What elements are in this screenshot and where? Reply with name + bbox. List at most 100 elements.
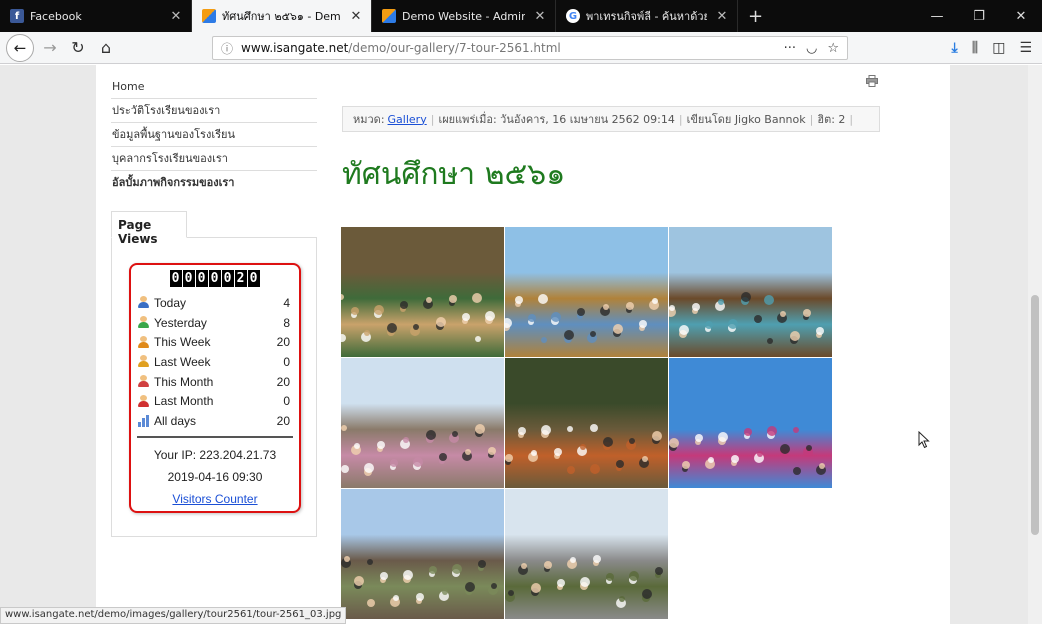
published-date: เผยแพร่เมื่อ: วันอังคาร, 16 เมษายน 2562 … <box>438 113 675 126</box>
gallery-photo[interactable] <box>505 358 668 488</box>
hits: ฮิต: 2 <box>817 113 846 126</box>
counter-digit: 2 <box>234 270 247 287</box>
menu-item-basic-info[interactable]: ข้อมูลพื้นฐานของโรงเรียน <box>111 123 317 147</box>
close-tab-icon[interactable]: ✕ <box>349 9 363 24</box>
status-bar-url: www.isangate.net/demo/images/gallery/tou… <box>0 607 347 624</box>
counter-digit: 0 <box>169 270 182 287</box>
tab-title: Demo Website - Administration <box>402 9 525 23</box>
stat-label: Today <box>154 295 187 310</box>
url-host: www.isangate.net <box>241 41 349 55</box>
toolbar-right: ⤓ ⫼ ◫ ☰ <box>952 32 1038 64</box>
user-icon <box>138 394 149 408</box>
menu-icon[interactable]: ☰ <box>1019 40 1032 56</box>
stat-row: Last Week 0 <box>138 352 290 372</box>
joomla-icon <box>382 9 396 23</box>
stat-value: 0 <box>283 354 290 369</box>
main-menu: Home ประวัติโรงเรียนของเรา ข้อมูลพื้นฐาน… <box>111 75 317 195</box>
tab-administration[interactable]: Demo Website - Administration ✕ <box>372 0 556 32</box>
user-icon <box>138 316 149 329</box>
close-window-icon[interactable]: ✕ <box>1000 9 1042 24</box>
forward-button[interactable]: → <box>36 34 64 62</box>
page-actions-icon[interactable]: ··· <box>784 41 796 56</box>
counter-datetime: 2019-04-16 09:30 <box>167 469 263 484</box>
article-info: หมวด: Gallery | เผยแพร่เมื่อ: วันอังคาร,… <box>342 106 880 132</box>
tab-facebook[interactable]: f Facebook ✕ <box>0 0 192 32</box>
visitors-counter: 0000020 Today 4 Yesterday 8 This Week 20 Last … <box>129 263 301 513</box>
user-icon <box>138 375 149 388</box>
visitor-ip: Your IP: 223.204.21.73 <box>153 447 277 462</box>
vertical-scrollbar[interactable] <box>1028 65 1042 624</box>
stat-label: This Week <box>154 335 211 350</box>
menu-item-home[interactable]: Home <box>111 75 317 99</box>
close-tab-icon[interactable]: ✕ <box>533 9 547 24</box>
counter-digit: 0 <box>247 270 260 287</box>
stat-label: Last Week <box>154 354 211 369</box>
stat-label: Last Month <box>154 394 214 409</box>
stat-value: 20 <box>276 374 290 389</box>
counter-digit: 0 <box>221 270 234 287</box>
user-icon <box>138 296 149 309</box>
gallery-photo[interactable] <box>341 358 504 488</box>
reload-button[interactable]: ↻ <box>64 34 92 62</box>
photo-gallery <box>341 227 833 624</box>
url-bar[interactable]: ⓘ www.isangate.net/demo/our-gallery/7-to… <box>212 36 848 60</box>
home-button[interactable]: ⌂ <box>92 34 120 62</box>
stat-label: All days <box>154 413 197 428</box>
stat-row: Last Month 0 <box>138 391 290 411</box>
gallery-photo[interactable] <box>505 227 668 357</box>
minimize-icon[interactable]: — <box>916 9 958 24</box>
close-tab-icon[interactable]: ✕ <box>169 9 183 24</box>
gallery-photo[interactable] <box>505 489 668 619</box>
new-tab-button[interactable]: + <box>738 0 773 32</box>
author: เขียนโดย Jigko Bannok <box>686 113 806 126</box>
nav-bar: ← → ↻ ⌂ ⓘ www.isangate.net/demo/our-gall… <box>0 32 1042 64</box>
viewport: Home ประวัติโรงเรียนของเรา ข้อมูลพื้นฐาน… <box>0 65 1042 624</box>
library-icon[interactable]: ⫼ <box>972 40 978 56</box>
tab-strip: f Facebook ✕ ทัศนศึกษา ๒๕๖๑ - Demo Websi… <box>0 0 1042 32</box>
category-link[interactable]: Gallery <box>388 113 427 126</box>
gallery-photo[interactable] <box>669 227 832 357</box>
facebook-icon: f <box>10 9 24 23</box>
tab-title: Facebook <box>30 9 82 23</box>
gallery-photo[interactable] <box>341 489 504 619</box>
sidebar-toggle-icon[interactable]: ◫ <box>992 40 1005 56</box>
download-icon[interactable]: ⤓ <box>952 40 958 56</box>
site-info-icon[interactable]: ⓘ <box>221 40 233 57</box>
tab-title: พาเทรนกิจพ์ลี - ค้นหาด้วย Google <box>586 10 707 23</box>
visitors-counter-link[interactable]: Visitors Counter <box>172 492 257 506</box>
stat-row: Today 4 <box>138 293 290 313</box>
print-icon[interactable] <box>866 75 878 87</box>
menu-item-album[interactable]: อัลบั้มภาพกิจกรรมของเรา <box>111 171 317 195</box>
counter-digit: 0 <box>182 270 195 287</box>
menu-item-history[interactable]: ประวัติโรงเรียนของเรา <box>111 99 317 123</box>
mouse-cursor-icon <box>918 431 930 449</box>
pocket-icon[interactable]: ◡ <box>806 41 817 56</box>
web-page: Home ประวัติโรงเรียนของเรา ข้อมูลพื้นฐาน… <box>96 65 950 624</box>
gallery-photo[interactable] <box>669 358 832 488</box>
stat-row: Yesterday 8 <box>138 313 290 333</box>
joomla-icon <box>202 9 216 23</box>
tab-tour-2561[interactable]: ทัศนศึกษา ๒๕๖๑ - Demo Website ✕ <box>192 0 372 32</box>
close-tab-icon[interactable]: ✕ <box>715 9 729 24</box>
back-button[interactable]: ← <box>6 33 34 62</box>
stat-row: This Month 20 <box>138 372 290 392</box>
stat-value: 20 <box>276 413 290 428</box>
stat-label: This Month <box>154 374 214 389</box>
google-icon: G <box>566 9 580 23</box>
bookmark-star-icon[interactable]: ☆ <box>827 41 839 56</box>
stat-value: 4 <box>283 295 290 310</box>
stat-row: All days 20 <box>138 411 290 431</box>
page-views-tab[interactable]: Page Views <box>111 211 187 246</box>
menu-item-staff[interactable]: บุคลากรโรงเรียนของเรา <box>111 147 317 171</box>
tab-google-search[interactable]: G พาเทรนกิจพ์ลี - ค้นหาด้วย Google ✕ <box>556 0 738 32</box>
stat-row: This Week 20 <box>138 332 290 352</box>
restore-icon[interactable]: ❐ <box>958 9 1000 24</box>
stat-value: 20 <box>276 335 290 350</box>
stat-value: 8 <box>283 315 290 330</box>
gallery-photo[interactable] <box>341 227 504 357</box>
stat-value: 0 <box>283 394 290 409</box>
user-icon <box>138 335 149 349</box>
counter-digits: 0000020 <box>131 270 299 287</box>
url-path: /demo/our-gallery/7-tour-2561.html <box>348 41 561 55</box>
counter-digit: 0 <box>195 270 208 287</box>
